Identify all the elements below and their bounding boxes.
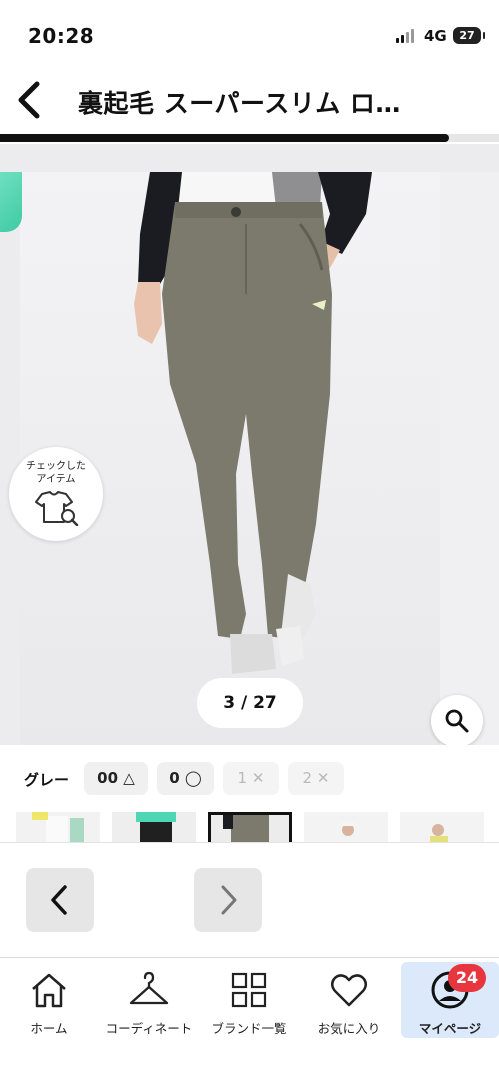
size-chip-2: 2 ✕	[288, 762, 344, 795]
tab-home[interactable]: ホーム	[0, 962, 98, 1038]
tab-mypage-label: マイページ	[418, 1021, 482, 1036]
next-button[interactable]	[194, 868, 262, 932]
thumbnail-strip	[0, 812, 499, 842]
color-name: グレー	[24, 771, 70, 789]
signal-icon	[396, 29, 414, 43]
bottom-tab-bar: ホーム コーディネート ブランド一覧 お気に入り マイページ	[0, 957, 499, 1080]
notification-badge: 24	[448, 964, 486, 992]
divider	[0, 842, 499, 843]
gallery-progress-bar	[0, 134, 499, 142]
tab-coordinate-label: コーディネート	[105, 1021, 193, 1036]
pants-photo-illustration	[134, 172, 372, 674]
network-type: 4G	[424, 27, 447, 45]
previous-button[interactable]	[26, 868, 94, 932]
shirt-search-icon	[35, 491, 79, 527]
thumbnail-1[interactable]	[16, 812, 100, 842]
zoom-button[interactable]	[431, 695, 483, 745]
thumbnail-3-selected[interactable]	[208, 812, 292, 842]
back-button[interactable]	[10, 78, 50, 122]
hanger-icon	[129, 971, 169, 1005]
size-chip-1: 1 ✕	[223, 762, 279, 795]
image-counter: 3 / 27	[197, 678, 303, 728]
chevron-right-icon	[221, 885, 237, 915]
status-bar: 20:28 4G 27	[0, 0, 499, 70]
page-title: 裏起毛 スーパースリム ロ…	[78, 89, 401, 118]
thumbnail-4[interactable]	[304, 812, 388, 842]
tab-home-label: ホーム	[30, 1021, 68, 1036]
tab-favorites-label: お気に入り	[317, 1021, 381, 1036]
size-chip-0[interactable]: 0 ◯	[157, 762, 214, 795]
checked-items-label: チェックした アイテム	[26, 461, 86, 485]
gallery-progress-fill	[0, 134, 450, 142]
tab-favorites[interactable]: お気に入り	[300, 962, 398, 1038]
tab-brands-label: ブランド一覧	[211, 1021, 287, 1036]
magnifier-icon	[445, 709, 469, 733]
heart-icon	[331, 974, 367, 1007]
product-image-gallery[interactable]: チェックした アイテム 3 / 27	[0, 144, 499, 745]
chevron-left-icon	[51, 885, 67, 915]
grid-icon	[231, 972, 267, 1008]
checked-items-button[interactable]: チェックした アイテム	[9, 447, 103, 541]
chevron-left-icon	[18, 81, 40, 119]
header: 裏起毛 スーパースリム ロ…	[0, 70, 499, 132]
battery-icon: 27	[453, 27, 485, 44]
size-selector: グレー 00 △ 0 ◯ 1 ✕ 2 ✕	[0, 762, 499, 796]
thumbnail-5[interactable]	[400, 812, 484, 842]
size-chip-00[interactable]: 00 △	[84, 762, 148, 795]
home-icon	[32, 973, 66, 1008]
tab-brands[interactable]: ブランド一覧	[200, 962, 298, 1038]
product-detail-screen: 20:28 4G 27 裏起毛 スーパースリム ロ… チェックした アイテム 3…	[0, 0, 499, 1080]
status-time: 20:28	[28, 24, 95, 48]
thumbnail-2[interactable]	[112, 812, 196, 842]
tab-coordinate[interactable]: コーディネート	[100, 962, 198, 1038]
